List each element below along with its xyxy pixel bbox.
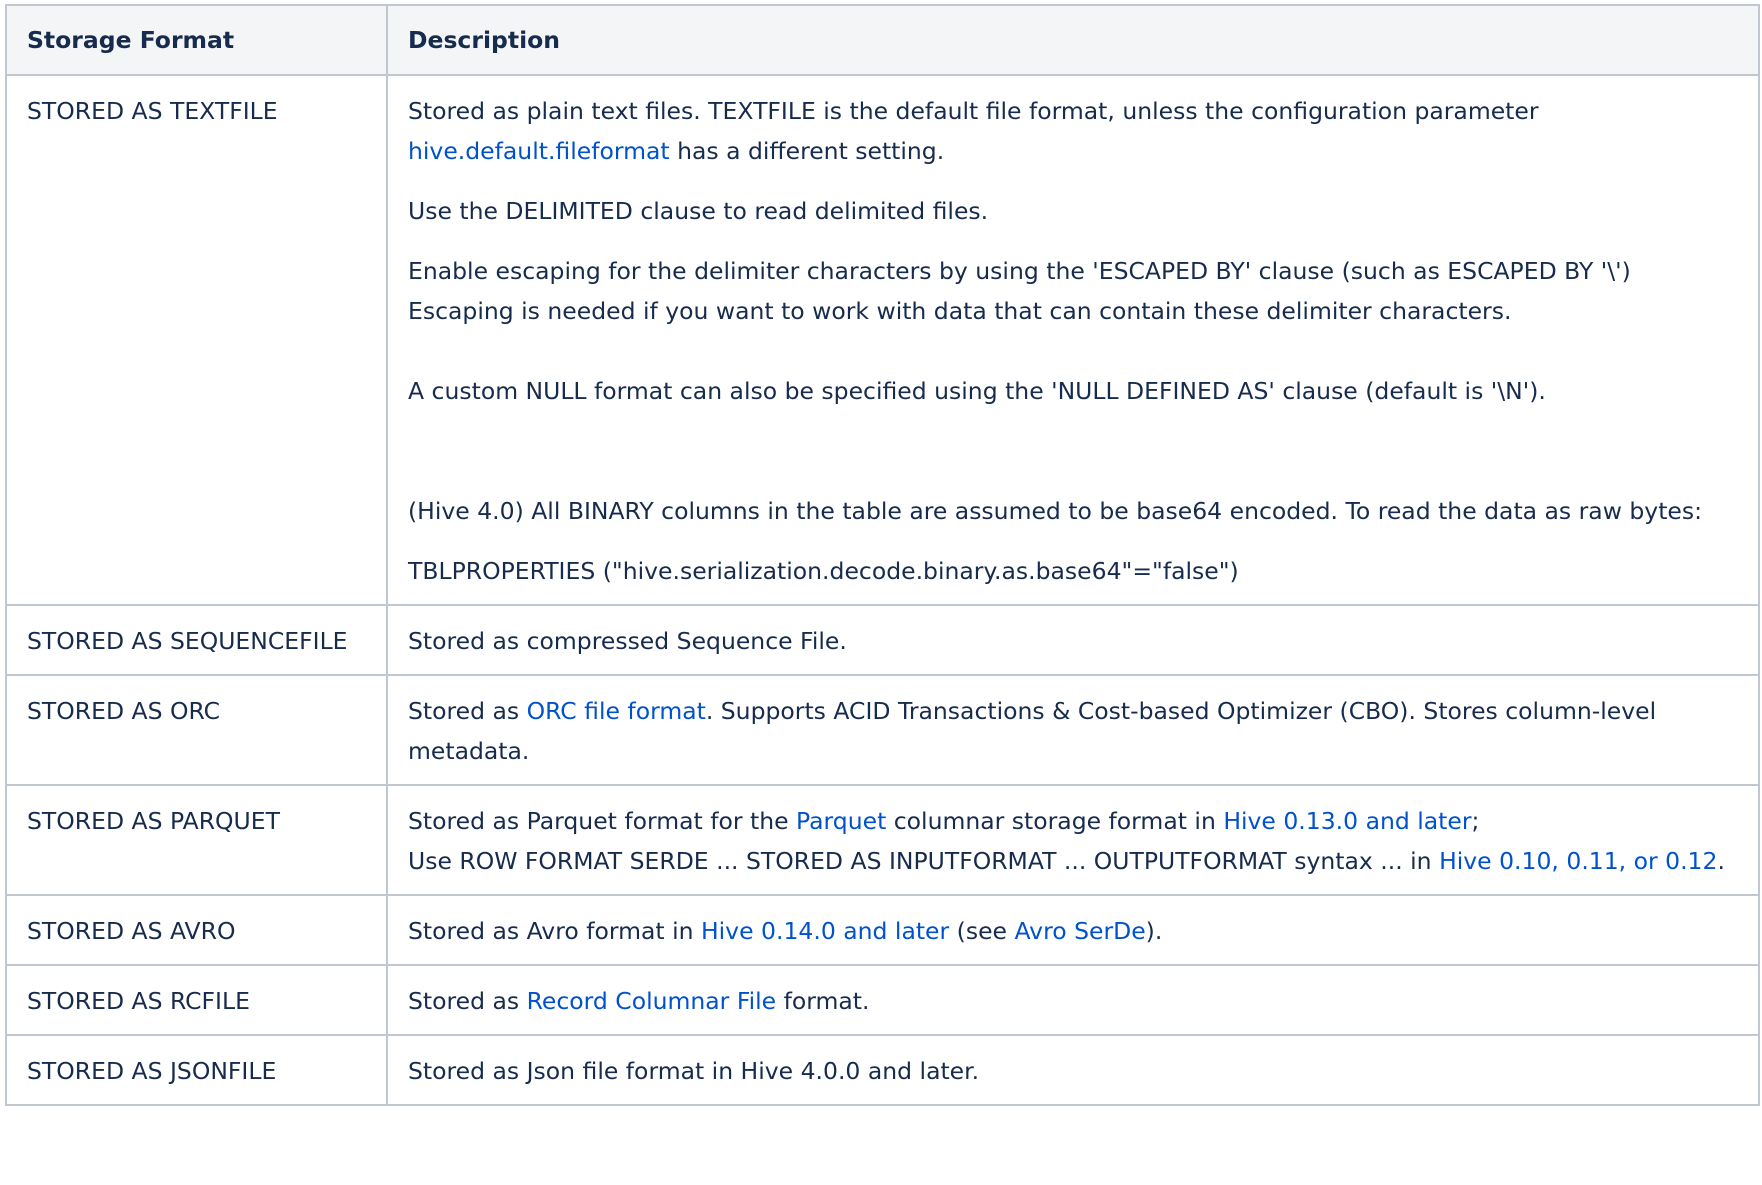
description-text: columnar storage format in	[886, 807, 1224, 835]
description-text: Escaping is needed if you want to work w…	[408, 297, 1512, 325]
table-row-rcfile: STORED AS RCFILE Stored as Record Column…	[5, 964, 1760, 1036]
description-paragraph: Stored as Parquet format for the Parquet…	[408, 801, 1738, 881]
format-cell: STORED AS JSONFILE	[5, 1034, 388, 1106]
storage-format-table: Storage Format Description STORED AS TEX…	[5, 4, 1760, 1106]
table-row-parquet: STORED AS PARQUET Stored as Parquet form…	[5, 784, 1760, 896]
orc-file-format-link[interactable]: ORC file format	[527, 697, 706, 725]
format-cell: STORED AS AVRO	[5, 894, 388, 966]
description-text: Use ROW FORMAT SERDE ... STORED AS INPUT…	[408, 847, 1440, 875]
description-text: format.	[776, 987, 870, 1015]
description-paragraph: Stored as plain text files. TEXTFILE is …	[408, 91, 1738, 171]
description-paragraph: Stored as Json file format in Hive 4.0.0…	[408, 1057, 980, 1085]
table-row-avro: STORED AS AVRO Stored as Avro format in …	[5, 894, 1760, 966]
format-cell: STORED AS PARQUET	[5, 784, 388, 896]
table-row-sequencefile: STORED AS SEQUENCEFILE Stored as compres…	[5, 604, 1760, 676]
description-cell: Stored as Parquet format for the Parquet…	[386, 784, 1760, 896]
hive-0-10-link[interactable]: Hive 0.10, 0.11, or 0.12	[1439, 847, 1717, 875]
description-paragraph: Use the DELIMITED clause to read delimit…	[408, 197, 989, 225]
description-paragraph: Stored as compressed Sequence File.	[408, 627, 847, 655]
description-paragraph: Enable escaping for the delimiter charac…	[408, 251, 1738, 331]
description-cell: Stored as plain text files. TEXTFILE is …	[386, 74, 1760, 606]
description-text: (see	[949, 917, 1015, 945]
description-cell: Stored as ORC file format. Supports ACID…	[386, 674, 1760, 786]
description-paragraph: (Hive 4.0) All BINARY columns in the tab…	[408, 497, 1703, 525]
description-text: .	[1717, 847, 1725, 875]
hive-0-14-link[interactable]: Hive 0.14.0 and later	[701, 917, 949, 945]
format-cell: STORED AS SEQUENCEFILE	[5, 604, 388, 676]
description-paragraph: Stored as Record Columnar File format.	[408, 981, 1738, 1021]
description-text: Stored as	[408, 987, 527, 1015]
table-row-jsonfile: STORED AS JSONFILE Stored as Json file f…	[5, 1034, 1760, 1106]
description-paragraph: A custom NULL format can also be specifi…	[408, 377, 1546, 405]
format-cell: STORED AS RCFILE	[5, 964, 388, 1036]
parquet-link[interactable]: Parquet	[796, 807, 886, 835]
hive-0-13-link[interactable]: Hive 0.13.0 and later	[1223, 807, 1471, 835]
description-cell: Stored as Record Columnar File format.	[386, 964, 1760, 1036]
hive-default-fileformat-link[interactable]: hive.default.fileformat	[408, 137, 670, 165]
table-header-row: Storage Format Description	[5, 4, 1760, 76]
header-storage-format: Storage Format	[5, 4, 388, 76]
avro-serde-link[interactable]: Avro SerDe	[1014, 917, 1145, 945]
format-cell: STORED AS TEXTFILE	[5, 74, 388, 606]
description-text: ;	[1471, 807, 1480, 835]
description-paragraph: Stored as ORC file format. Supports ACID…	[408, 691, 1738, 771]
description-paragraph: Stored as Avro format in Hive 0.14.0 and…	[408, 911, 1738, 951]
description-text: has a different setting.	[669, 137, 945, 165]
storage-format-table-container: Storage Format Description STORED AS TEX…	[5, 4, 1760, 1106]
table-row-orc: STORED AS ORC Stored as ORC file format.…	[5, 674, 1760, 786]
record-columnar-file-link[interactable]: Record Columnar File	[527, 987, 777, 1015]
description-text: Stored as plain text files. TEXTFILE is …	[408, 97, 1539, 125]
description-cell: Stored as Json file format in Hive 4.0.0…	[386, 1034, 1760, 1106]
description-text: Stored as Avro format in	[408, 917, 701, 945]
description-paragraph: TBLPROPERTIES ("hive.serialization.decod…	[408, 557, 1239, 585]
description-text: Enable escaping for the delimiter charac…	[408, 257, 1631, 285]
description-text: Stored as Parquet format for the	[408, 807, 797, 835]
header-description: Description	[386, 4, 1760, 76]
description-text: ).	[1145, 917, 1163, 945]
description-cell: Stored as Avro format in Hive 0.14.0 and…	[386, 894, 1760, 966]
table-row-textfile: STORED AS TEXTFILE Stored as plain text …	[5, 74, 1760, 606]
description-cell: Stored as compressed Sequence File.	[386, 604, 1760, 676]
format-cell: STORED AS ORC	[5, 674, 388, 786]
description-text: Stored as	[408, 697, 527, 725]
